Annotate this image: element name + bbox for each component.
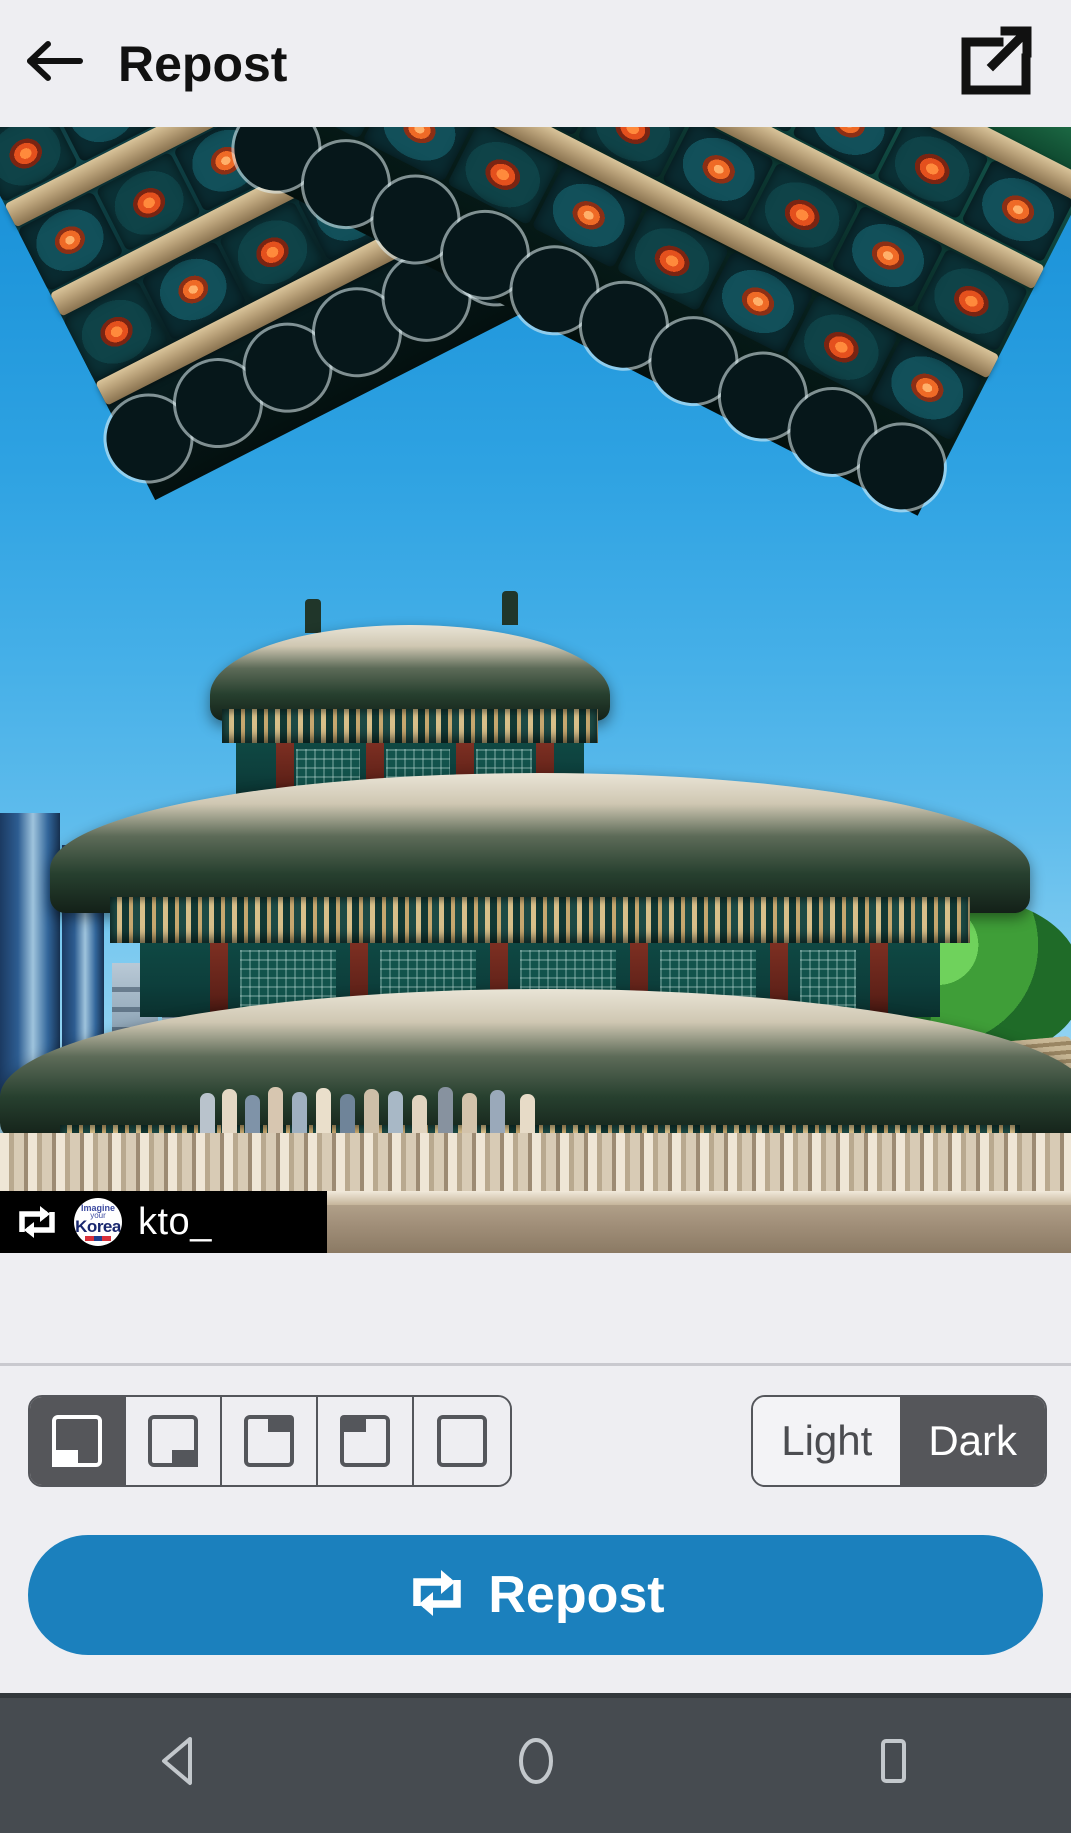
repost-button-label: Repost xyxy=(488,1566,665,1624)
photo-preview[interactable]: Imagine your Korea kto_ xyxy=(0,127,1071,1253)
external-link-icon xyxy=(959,25,1033,102)
nav-home-button[interactable] xyxy=(461,1693,611,1833)
avatar-color-strip xyxy=(85,1235,112,1241)
app-header: Repost xyxy=(0,0,1071,127)
avatar: Imagine your Korea xyxy=(74,1198,122,1246)
badge-position-group xyxy=(28,1395,512,1487)
repost-button[interactable]: Repost xyxy=(28,1535,1043,1655)
share-button[interactable] xyxy=(941,0,1051,127)
nav-back-button[interactable] xyxy=(104,1693,254,1833)
badge-top-right-icon xyxy=(244,1415,294,1467)
source-photo: Imagine your Korea kto_ xyxy=(0,127,1071,1253)
repost-icon xyxy=(406,1565,468,1626)
repost-screen: Repost Imagine your Korea kto_ Light Dar… xyxy=(0,0,1071,1833)
circle-home-icon xyxy=(512,1735,560,1792)
arrow-left-icon xyxy=(26,37,84,90)
controls-divider xyxy=(0,1363,1071,1366)
badge-position-top-left[interactable] xyxy=(318,1397,414,1485)
theme-option-dark[interactable]: Dark xyxy=(900,1397,1045,1485)
attribution-username: kto_ xyxy=(138,1200,212,1243)
badge-position-top-right[interactable] xyxy=(222,1397,318,1485)
badge-position-bottom-right[interactable] xyxy=(126,1397,222,1485)
upper-roof xyxy=(210,625,610,721)
badge-position-none[interactable] xyxy=(414,1397,510,1485)
attribution-badge: Imagine your Korea kto_ xyxy=(0,1191,327,1253)
theme-option-light[interactable]: Light xyxy=(753,1397,901,1485)
controls-row: Light Dark xyxy=(0,1386,1071,1496)
badge-none-icon xyxy=(437,1415,487,1467)
badge-bottom-left-icon xyxy=(52,1415,102,1467)
badge-position-bottom-left[interactable] xyxy=(30,1397,126,1485)
nav-recents-button[interactable] xyxy=(818,1693,968,1833)
square-recents-icon xyxy=(873,1735,913,1792)
repost-icon xyxy=(14,1202,60,1242)
middle-roof xyxy=(50,773,1030,913)
back-button[interactable] xyxy=(0,0,110,127)
avatar-line3: Korea xyxy=(75,1216,121,1236)
badge-top-left-icon xyxy=(340,1415,390,1467)
page-title: Repost xyxy=(118,35,288,92)
triangle-back-icon xyxy=(156,1735,202,1792)
theme-toggle-group: Light Dark xyxy=(751,1395,1047,1487)
badge-bottom-right-icon xyxy=(148,1415,198,1467)
visitors-crowd xyxy=(190,1071,670,1141)
android-navigation-bar xyxy=(0,1693,1071,1833)
